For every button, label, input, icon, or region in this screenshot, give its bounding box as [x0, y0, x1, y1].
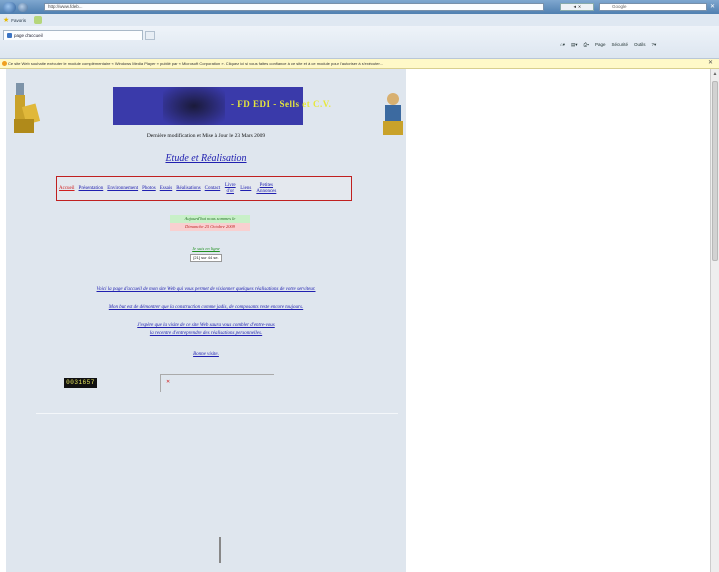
current-date: Dimanche 25 Octobre 2009 [170, 223, 250, 231]
nav-presentation[interactable]: Présentation [77, 186, 106, 192]
broken-plugin-icon: ✕ [166, 379, 171, 385]
date-intro: Aujourd'hui nous sommes le [170, 215, 250, 223]
nav-liens[interactable]: Liens [238, 186, 253, 192]
visit-counter: 0031657 [64, 378, 97, 388]
robot-figure-left-icon [14, 83, 41, 133]
divider [36, 413, 398, 414]
browser-titlebar: http://www.fdeb... ◄ ✕ Google ✕ [0, 0, 719, 14]
tab-home[interactable]: page d'accueil [3, 30, 143, 40]
info-bar-text: Ce site Web souhaite exécuter le module … [8, 61, 383, 66]
refresh-stop-buttons[interactable]: ◄ ✕ [560, 3, 594, 11]
last-update-text: Dernière modification et Mise à Jour le … [146, 133, 266, 139]
scroll-up-icon[interactable]: ▲ [712, 71, 718, 77]
online-label[interactable]: Je suis en ligne [6, 246, 406, 251]
favorites-star-icon[interactable]: ★ [3, 16, 9, 24]
hope-paragraph-line1[interactable]: J'espère que la visite de ce site Web sa… [6, 322, 406, 329]
forward-button[interactable] [18, 2, 28, 12]
cmd-security[interactable]: Sécurité [612, 42, 629, 48]
print-icon[interactable]: ⎙▾ [584, 42, 590, 48]
nav-livre-dor[interactable]: Livre d'or [222, 183, 238, 195]
page-subtitle[interactable]: Etude et Réalisation [6, 153, 406, 164]
nav-realisations[interactable]: Réalisations [174, 186, 202, 192]
text-cursor [219, 537, 221, 563]
scroll-thumb[interactable] [712, 81, 718, 261]
nav-petites-annonces[interactable]: Petites Annonces [253, 183, 279, 195]
home-icon[interactable]: ⌂▾ [560, 42, 565, 48]
nav-photos[interactable]: Photos [140, 186, 158, 192]
info-close-icon[interactable]: ✕ [708, 59, 713, 68]
banner-title: - FD EDI - Sells et C.V. [231, 99, 332, 109]
nav-essais[interactable]: Essais [158, 186, 175, 192]
date-display: Aujourd'hui nous sommes le Dimanche 25 O… [170, 215, 250, 233]
cmd-page[interactable]: Page [595, 42, 606, 48]
tab-title: page d'accueil [14, 33, 43, 38]
new-tab-button[interactable] [145, 31, 155, 40]
online-count: [21] sur 44 se. [190, 254, 222, 262]
farewell-text[interactable]: Bonne visite. [6, 351, 406, 358]
robot-figure-right-icon [383, 93, 403, 135]
vertical-scrollbar[interactable]: ▲ [710, 69, 719, 572]
cmd-tools[interactable]: Outils [634, 42, 646, 48]
site-banner: - FD EDI - Sells et C.V. [113, 87, 331, 125]
feeds-icon[interactable]: ▤▾ [571, 42, 578, 48]
warning-icon [2, 61, 7, 66]
favorites-bar: ★ Favoris [0, 14, 719, 26]
add-favorite-icon[interactable] [34, 16, 43, 24]
nav-accueil[interactable]: Accueil [57, 186, 77, 192]
help-icon[interactable]: ?▾ [652, 42, 657, 48]
goal-paragraph[interactable]: Mon but est de démontrer que la construc… [6, 304, 406, 311]
search-input[interactable]: Google [599, 3, 707, 11]
nav-contact[interactable]: Contact [203, 186, 223, 192]
site-navigation: Accueil Présentation Environnement Photo… [56, 176, 352, 201]
tab-bar: page d'accueil ⌂▾ ▤▾ ⎙▾ Page Sécurité Ou… [0, 26, 719, 59]
intro-paragraph[interactable]: Voici la page d'accueil de mon site Web … [6, 286, 406, 293]
viewport: - FD EDI - Sells et C.V. Dernière modifi… [0, 69, 710, 572]
favorites-button[interactable]: Favoris [11, 18, 26, 23]
back-button[interactable] [3, 1, 16, 13]
address-bar[interactable]: http://www.fdeb... [44, 3, 544, 11]
media-plugin-frame [160, 374, 274, 392]
nav-environnement[interactable]: Environnement [105, 186, 140, 192]
web-page: - FD EDI - Sells et C.V. Dernière modifi… [6, 69, 406, 572]
command-bar: ⌂▾ ▤▾ ⎙▾ Page Sécurité Outils ?▾ [560, 42, 656, 48]
close-icon[interactable]: ✕ [710, 3, 715, 10]
banner-photo [163, 87, 225, 125]
information-bar[interactable]: Ce site Web souhaite exécuter le module … [0, 59, 719, 69]
page-icon [7, 33, 12, 38]
hope-paragraph-line2[interactable]: la recentre d'entreprendre des réalisati… [6, 330, 406, 337]
